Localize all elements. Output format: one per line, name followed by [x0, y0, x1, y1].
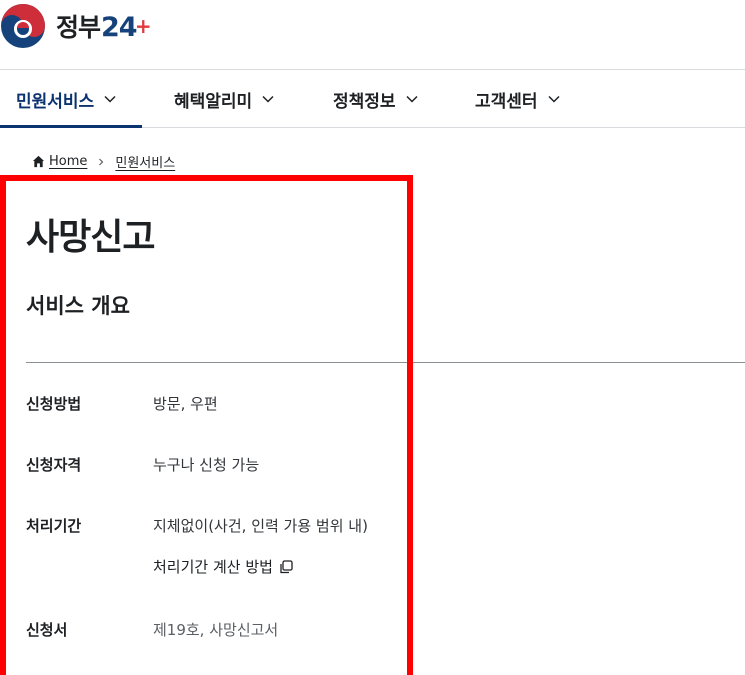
- nav-item-customer-center[interactable]: 고객센터: [475, 71, 560, 127]
- chevron-down-icon: [548, 95, 560, 103]
- period-label: 처리기간: [26, 517, 82, 535]
- nav-item-policy[interactable]: 정책정보: [333, 71, 418, 127]
- section-divider: [26, 362, 745, 363]
- nav-item-benefits[interactable]: 혜택알리미: [174, 71, 274, 127]
- taeguk-logo-icon: [1, 4, 45, 48]
- nav-item-label: 고객센터: [475, 91, 538, 112]
- chevron-down-icon: [104, 95, 116, 103]
- eligibility-value: 누구나 신청 가능: [153, 456, 260, 474]
- site-logo[interactable]: 정부 24 +: [0, 3, 152, 49]
- method-label: 신청방법: [26, 395, 82, 413]
- breadcrumb: Home 민원서비스: [32, 152, 175, 171]
- nav-item-label: 정책정보: [333, 91, 396, 112]
- logo-wordmark: 정부 24 +: [56, 8, 152, 44]
- copy-icon: [280, 559, 293, 573]
- chevron-down-icon: [406, 95, 418, 103]
- period-calculation-link[interactable]: 처리기간 계산 방법: [153, 556, 294, 577]
- logo-number: 24 +: [101, 12, 152, 43]
- chevron-right-icon: [99, 158, 104, 165]
- logo-text: 정부: [56, 13, 101, 42]
- site-header: 정부 24 +: [0, 0, 745, 70]
- section-title: 서비스 개요: [26, 294, 130, 318]
- home-icon: [32, 155, 45, 168]
- nav-item-civil-service[interactable]: 민원서비스: [0, 71, 142, 128]
- chevron-down-icon: [262, 95, 274, 103]
- logo-plus: +: [134, 14, 152, 38]
- page-title: 사망신고: [26, 217, 155, 258]
- main-nav: 민원서비스 혜택알리미 정책정보 고객센터: [0, 71, 745, 128]
- period-link-label: 처리기간 계산 방법: [153, 558, 273, 576]
- form-value: 제19호, 사망신고서: [153, 621, 279, 639]
- form-label: 신청서: [26, 621, 68, 639]
- nav-item-label: 민원서비스: [16, 91, 95, 112]
- breadcrumb-current-link[interactable]: 민원서비스: [115, 152, 175, 171]
- breadcrumb-home-link[interactable]: Home: [49, 154, 87, 169]
- period-value: 지체없이(사건, 인력 가용 범위 내): [153, 517, 368, 535]
- method-value: 방문, 우편: [153, 395, 218, 413]
- eligibility-label: 신청자격: [26, 456, 82, 474]
- nav-item-label: 혜택알리미: [174, 91, 253, 112]
